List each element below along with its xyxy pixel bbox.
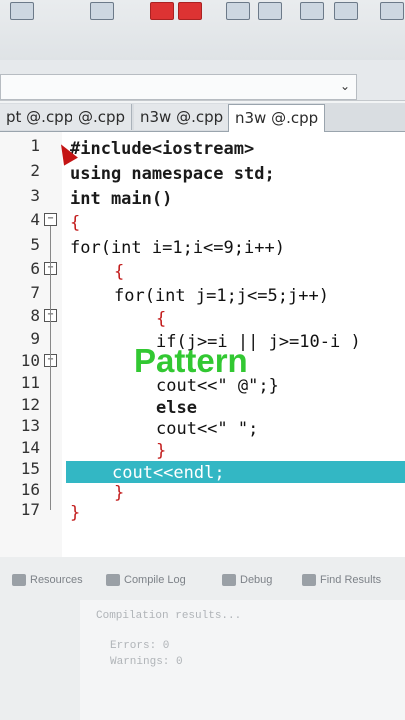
code-line: for(int i=1;i<=9;i++) xyxy=(70,238,285,258)
line-number: 5 xyxy=(30,235,40,254)
save-icon[interactable] xyxy=(90,2,114,20)
line-number: 14 xyxy=(20,438,40,457)
line-number: 17 xyxy=(20,500,40,519)
line-number: 6 xyxy=(30,259,40,278)
find-replace-icon[interactable] xyxy=(258,2,282,20)
log-line: Compilation results... xyxy=(96,610,242,622)
fold-guide-line xyxy=(50,226,51,510)
tab-file-1[interactable]: pt @.cpp xyxy=(0,104,81,130)
log-line: Errors: 0 xyxy=(110,640,170,652)
line-number: 2 xyxy=(30,161,40,180)
function-dropdown[interactable] xyxy=(0,74,357,100)
compile-log-icon xyxy=(106,574,120,586)
code-line: { xyxy=(156,309,167,329)
find-results-icon xyxy=(302,574,316,586)
window-icon[interactable] xyxy=(334,2,358,20)
fold-toggle-icon[interactable]: − xyxy=(44,213,57,226)
line-number: 9 xyxy=(30,329,40,348)
code-line: int main() xyxy=(70,189,173,209)
debug-icon xyxy=(222,574,236,586)
tab-file-3[interactable]: n3w @.cpp xyxy=(134,104,231,130)
code-line: cout<<" "; xyxy=(156,419,259,439)
line-number: 3 xyxy=(30,186,40,205)
run-icon[interactable] xyxy=(178,2,202,20)
line-number: 15 xyxy=(20,459,40,478)
code-line: { xyxy=(70,213,81,233)
code-line: for(int j=1;j<=5;j++) xyxy=(114,286,329,306)
compile-icon[interactable] xyxy=(150,2,174,20)
tab-debug[interactable]: Debug xyxy=(240,574,272,586)
line-number: 12 xyxy=(20,395,40,414)
document-icon[interactable] xyxy=(300,2,324,20)
code-line: using namespace std; xyxy=(70,164,275,184)
tab-file-4-active[interactable]: n3w @.cpp xyxy=(228,104,326,133)
line-number: 1 xyxy=(30,136,40,155)
line-number: 10 xyxy=(20,351,40,370)
tab-resources[interactable]: Resources xyxy=(30,574,83,586)
line-number: 7 xyxy=(30,283,40,302)
code-line: } xyxy=(156,441,167,461)
tab-compile-log[interactable]: Compile Log xyxy=(124,574,186,586)
line-number: 16 xyxy=(20,480,40,499)
tab-find-results[interactable]: Find Results xyxy=(320,574,381,586)
resources-icon xyxy=(12,574,26,586)
file-icon[interactable] xyxy=(10,2,34,20)
find-icon[interactable] xyxy=(226,2,250,20)
code-line: else xyxy=(156,398,197,418)
line-number: 4 xyxy=(30,210,40,229)
line-number: 8 xyxy=(30,306,40,325)
line-number: 13 xyxy=(20,416,40,435)
tab-file-2[interactable]: @.cpp xyxy=(72,104,133,130)
code-line-current: cout<<endl; xyxy=(112,463,225,483)
code-line: } xyxy=(70,503,81,523)
log-line: Warnings: 0 xyxy=(110,656,183,668)
code-line: } xyxy=(114,483,125,503)
toolbar-more-icon[interactable] xyxy=(380,2,404,20)
line-number: 11 xyxy=(20,373,40,392)
pattern-watermark: Pattern xyxy=(134,342,248,379)
chevron-down-icon[interactable]: ⌄ xyxy=(337,77,353,95)
code-line: { xyxy=(114,262,125,282)
code-line: #include<iostream> xyxy=(70,139,255,159)
